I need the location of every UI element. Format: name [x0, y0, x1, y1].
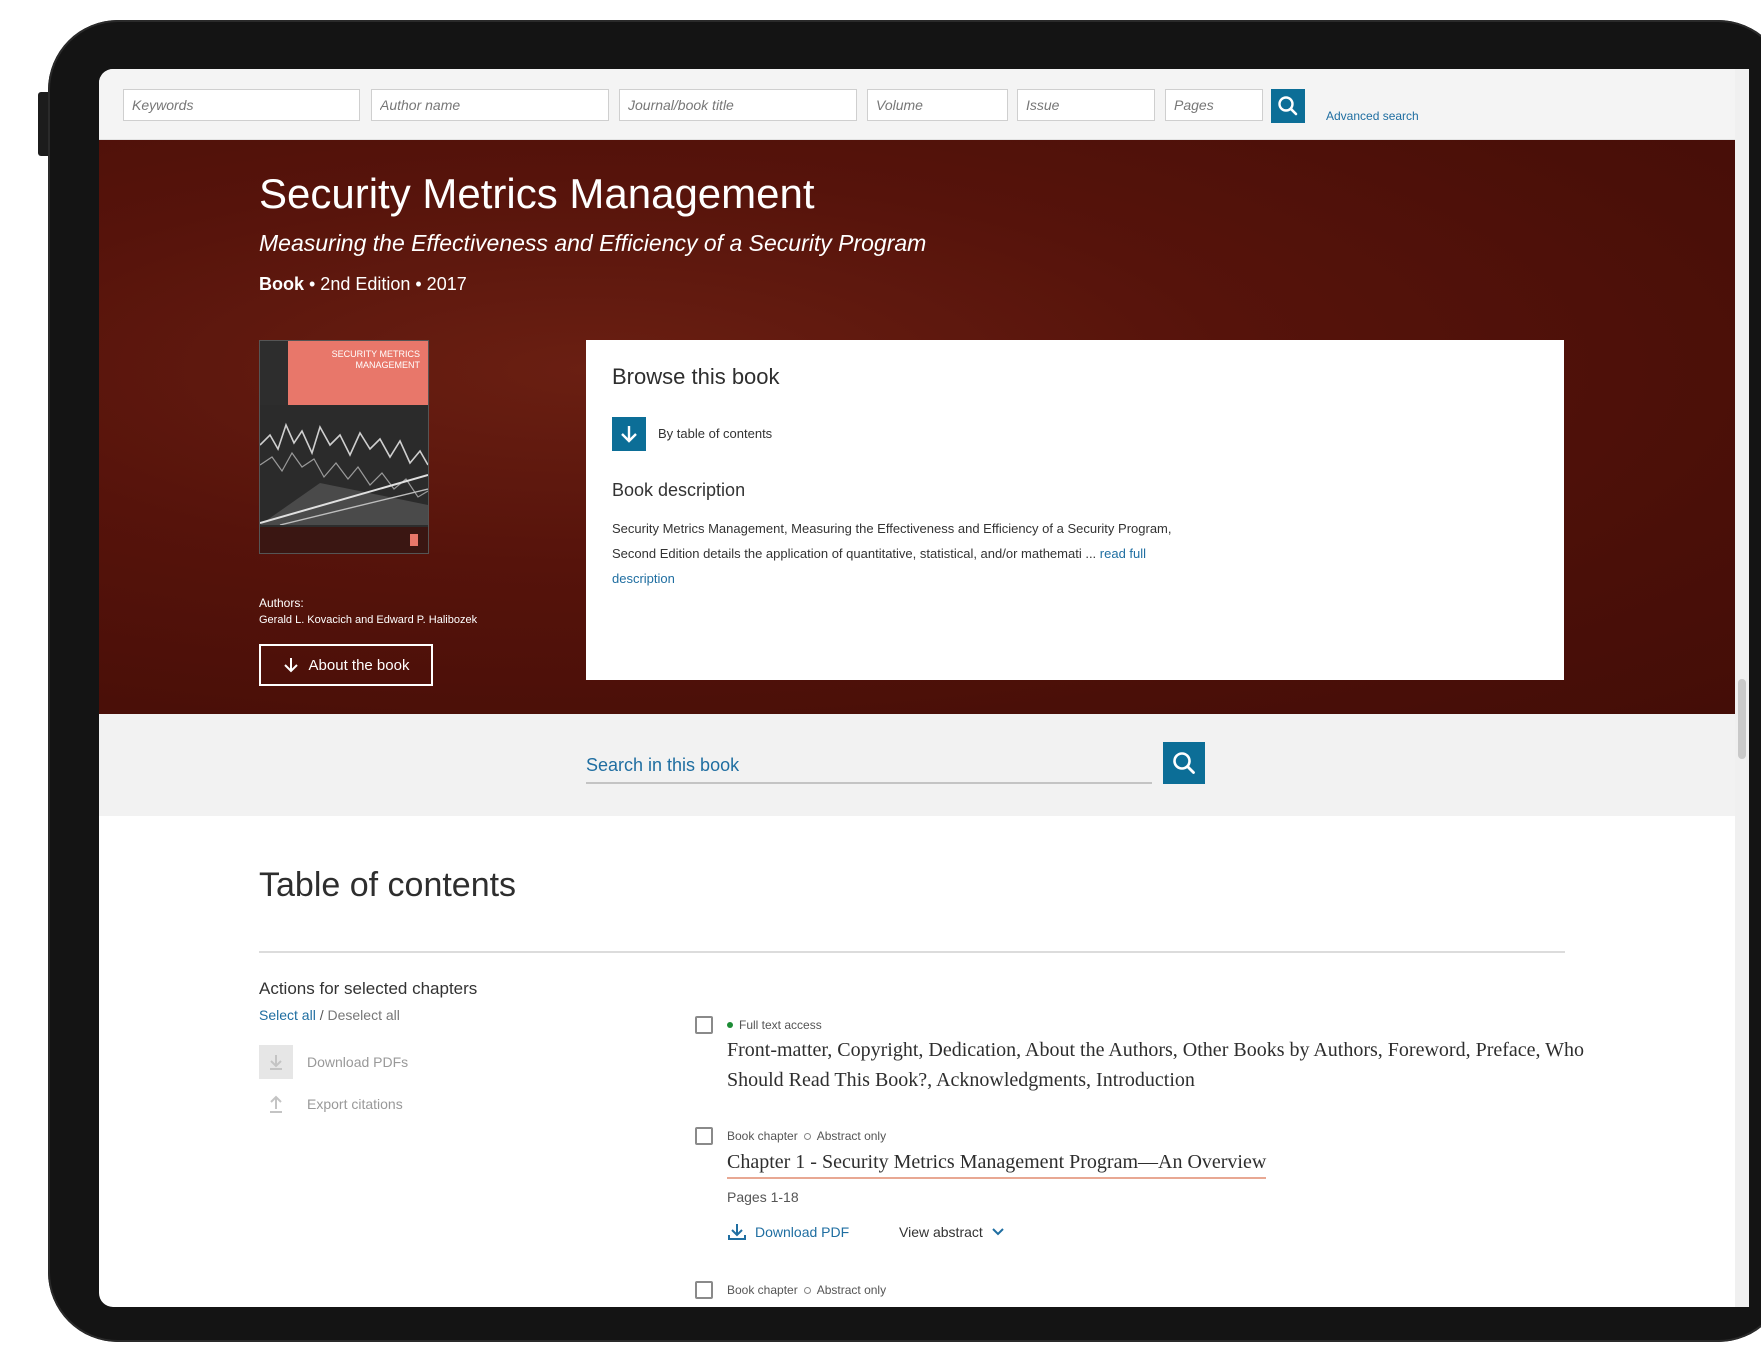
chapter-checkbox[interactable] [695, 1281, 713, 1299]
cover-title: SECURITY METRICS MANAGEMENT [331, 349, 420, 370]
toc-divider [259, 951, 1565, 953]
access-label: Full text access [739, 1018, 822, 1032]
chapter-tag: Book chapter Abstract only [727, 1129, 886, 1143]
keywords-input[interactable] [123, 89, 360, 121]
book-description-title: Book description [612, 480, 746, 500]
chapter-type: Book chapter [727, 1129, 798, 1143]
cover-chart-image [260, 405, 428, 525]
book-type: Book [259, 274, 304, 294]
export-citations-label: Export citations [307, 1096, 403, 1112]
search-submit-button[interactable] [1271, 89, 1305, 123]
author-name-input[interactable] [371, 89, 609, 121]
authors-label: Authors: [259, 596, 304, 610]
abstract-only-icon [803, 1132, 811, 1140]
access-label: Abstract only [816, 1283, 887, 1297]
chapter-1-link[interactable]: Chapter 1 - Security Metrics Management … [727, 1147, 1267, 1179]
search-in-book-input[interactable] [586, 748, 1152, 784]
tablet-side-button [38, 92, 48, 156]
abstract-only-icon [803, 1286, 811, 1294]
chapter-type: Book chapter [727, 1283, 798, 1297]
search-icon [1278, 96, 1298, 116]
browse-book-title: Browse this book [612, 364, 780, 389]
select-all-link[interactable]: Select all [259, 1007, 316, 1023]
about-the-book-button[interactable]: About the book [259, 644, 433, 686]
arrow-down-icon [621, 426, 637, 443]
scrollbar[interactable] [1735, 69, 1749, 1307]
download-icon [259, 1045, 293, 1079]
book-description-body: Security Metrics Management, Measuring t… [612, 521, 1172, 561]
export-citations-action[interactable]: Export citations [259, 1087, 403, 1121]
pages-input[interactable] [1165, 89, 1263, 121]
book-edition-year: • 2nd Edition • 2017 [304, 274, 467, 294]
chapter-checkbox[interactable] [695, 1127, 713, 1145]
download-pdfs-action[interactable]: Download PDFs [259, 1045, 408, 1079]
cover-footer [260, 527, 428, 553]
search-in-book-bar [99, 714, 1735, 816]
browse-book-panel: Browse this book By table of contents Bo… [586, 340, 1564, 680]
by-table-of-contents-button[interactable] [612, 417, 646, 451]
download-icon [728, 1224, 746, 1240]
cover-title-band: SECURITY METRICS MANAGEMENT [288, 341, 428, 405]
book-description-text: Security Metrics Management, Measuring t… [612, 516, 1202, 591]
about-the-book-label: About the book [308, 656, 410, 674]
chapter-pages: Pages 1-18 [727, 1189, 799, 1205]
issue-input[interactable] [1017, 89, 1155, 121]
book-title: Security Metrics Management [259, 170, 815, 217]
scrollbar-thumb[interactable] [1738, 679, 1746, 759]
authors-value: Gerald L. Kovacich and Edward P. Haliboz… [259, 614, 478, 626]
export-icon [259, 1087, 293, 1121]
front-matter-link[interactable]: Front-matter, Copyright, Dedication, Abo… [727, 1035, 1597, 1095]
table-of-contents-heading: Table of contents [259, 866, 517, 904]
select-controls: Select all / Deselect all [259, 1007, 400, 1023]
download-pdf-label: Download PDF [755, 1224, 850, 1240]
full-access-dot-icon [727, 1022, 733, 1028]
book-cover: SECURITY METRICS MANAGEMENT [259, 340, 429, 554]
book-subtitle: Measuring the Effectiveness and Efficien… [259, 230, 927, 256]
search-icon [1173, 752, 1195, 774]
volume-input[interactable] [867, 89, 1008, 121]
publisher-logo-icon [410, 534, 418, 546]
chapter-tag: Book chapter Abstract only [727, 1283, 886, 1297]
book-meta: Book • 2nd Edition • 2017 [259, 274, 467, 295]
access-tag: Full text access [727, 1018, 822, 1032]
by-table-of-contents-label[interactable]: By table of contents [658, 426, 772, 441]
download-pdfs-label: Download PDFs [307, 1054, 409, 1070]
arrow-down-icon [283, 658, 298, 673]
view-abstract-toggle[interactable]: View abstract [899, 1224, 1005, 1240]
chevron-down-icon [992, 1228, 1004, 1236]
advanced-search-link[interactable]: Advanced search [1326, 109, 1419, 123]
search-in-book-button[interactable] [1163, 742, 1205, 784]
search-bar: Advanced search [99, 69, 1735, 140]
book-hero: Security Metrics Management Measuring th… [99, 140, 1735, 714]
actions-title: Actions for selected chapters [259, 979, 478, 998]
journal-title-input[interactable] [619, 89, 857, 121]
view-abstract-label: View abstract [899, 1224, 983, 1240]
select-separator: / [315, 1007, 328, 1023]
download-pdf-link[interactable]: Download PDF [727, 1223, 849, 1241]
deselect-all-link[interactable]: Deselect all [327, 1007, 399, 1023]
browser-screen: Advanced search Security Metrics Managem… [99, 69, 1749, 1307]
access-label: Abstract only [816, 1129, 887, 1143]
chapter-checkbox[interactable] [695, 1016, 713, 1034]
